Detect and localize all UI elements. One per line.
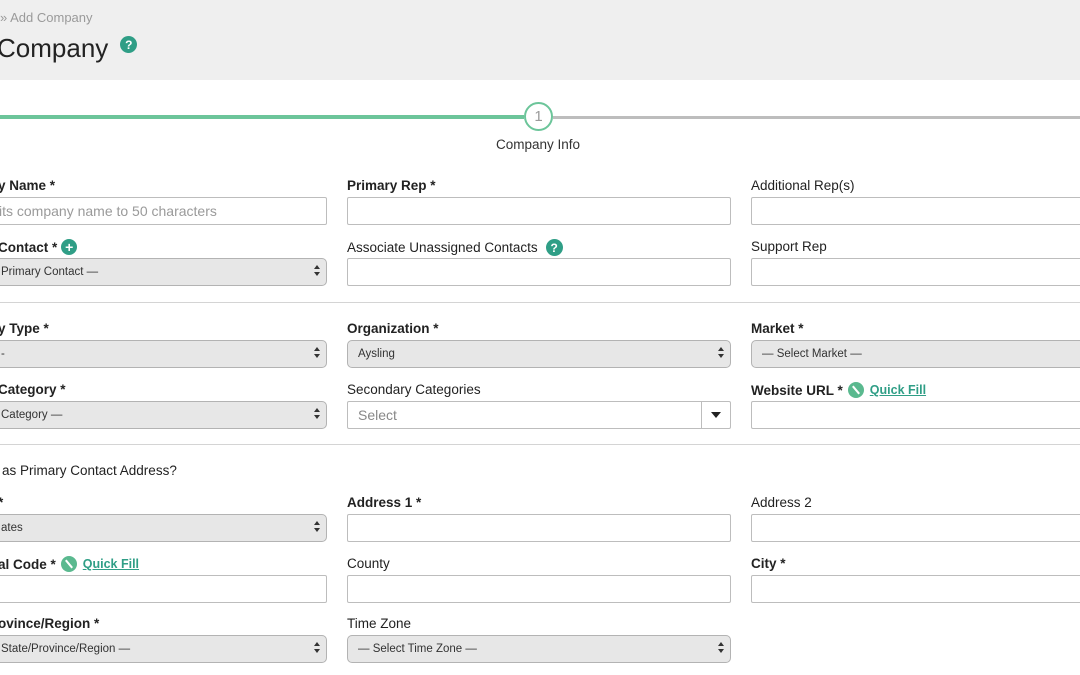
step-1-circle[interactable]: 1 [524, 102, 553, 131]
county-input[interactable] [347, 575, 731, 603]
chevron-updown-icon [314, 265, 322, 279]
same-address-question[interactable]: as Primary Contact Address? [2, 463, 177, 478]
stepper-remaining-line [553, 116, 1080, 119]
address2-input[interactable] [751, 514, 1080, 542]
breadcrumb[interactable]: » Add Company [0, 10, 93, 25]
chevron-updown-icon [314, 408, 322, 422]
category-label: Category * [0, 382, 66, 397]
time-zone-select[interactable]: — Select Time Zone — [347, 635, 731, 663]
chevron-updown-icon [314, 347, 322, 361]
city-input[interactable] [751, 575, 1080, 603]
primary-contact-label: Contact * + [0, 239, 78, 255]
market-select[interactable]: — Select Market — [751, 340, 1080, 368]
category-selected: Category — [1, 409, 63, 421]
company-name-label: y Name * [0, 178, 56, 193]
category-select[interactable]: Category — [0, 401, 327, 429]
magic-wand-icon [847, 382, 864, 398]
website-url-label: Website URL * Quick Fill [751, 382, 926, 398]
help-icon[interactable]: ? [120, 36, 138, 53]
address2-label: Address 2 [751, 495, 812, 510]
secondary-categories-placeholder: Select [358, 407, 397, 423]
company-type-label: y Type * [0, 321, 49, 336]
add-contact-plus-icon[interactable]: + [61, 239, 78, 255]
primary-rep-input[interactable] [347, 197, 731, 225]
postal-code-input[interactable] [0, 575, 327, 603]
market-selected: — Select Market — [762, 348, 862, 360]
market-label: Market * [751, 321, 804, 336]
county-label: County [347, 556, 390, 571]
primary-contact-label-text: Contact * [0, 239, 58, 255]
organization-selected: Aysling [358, 348, 395, 360]
city-label: City * [751, 556, 786, 571]
help-icon[interactable]: ? [545, 239, 563, 256]
time-zone-selected: — Select Time Zone — [358, 643, 477, 655]
state-select[interactable]: State/Province/Region — [0, 635, 327, 663]
address1-input[interactable] [347, 514, 731, 542]
associate-contacts-label-text: Associate Unassigned Contacts [347, 240, 538, 255]
support-rep-label: Support Rep [751, 239, 827, 254]
time-zone-label: Time Zone [347, 616, 412, 631]
secondary-categories-label: Secondary Categories [347, 382, 481, 397]
website-quick-fill-link[interactable]: Quick Fill [870, 383, 926, 397]
address1-label: Address 1 * [347, 495, 422, 510]
organization-label: Organization * [347, 321, 439, 336]
progress-stepper: 1 Company Info [0, 100, 1080, 160]
postal-quick-fill-link[interactable]: Quick Fill [83, 557, 139, 571]
company-type-selected: - [1, 348, 5, 360]
chevron-updown-icon [718, 642, 726, 656]
support-rep-input[interactable] [751, 258, 1080, 286]
chevron-updown-icon [314, 521, 322, 535]
primary-rep-label: Primary Rep * [347, 178, 436, 193]
section-divider [0, 444, 1080, 445]
primary-contact-selected: Primary Contact — [1, 266, 99, 278]
page-header: » Add Company Company ? [0, 0, 1080, 80]
page-title: Company ? [0, 33, 138, 64]
state-selected: State/Province/Region — [1, 643, 131, 655]
company-type-select[interactable]: - [0, 340, 327, 368]
company-name-input[interactable]: its company name to 50 characters [0, 197, 327, 225]
associate-contacts-input[interactable] [347, 258, 731, 286]
postal-code-label: al Code * Quick Fill [0, 556, 139, 572]
page-title-text: Company [0, 33, 109, 63]
organization-select[interactable]: Aysling [347, 340, 731, 368]
secondary-categories-select[interactable]: Select [347, 401, 731, 429]
primary-contact-select[interactable]: Primary Contact — [0, 258, 327, 286]
step-1-label: Company Info [495, 137, 581, 152]
chevron-updown-icon [314, 642, 322, 656]
magic-wand-icon [60, 556, 77, 572]
associate-contacts-label: Associate Unassigned Contacts ? [347, 239, 563, 256]
chevron-updown-icon [718, 347, 726, 361]
country-select[interactable]: ates [0, 514, 327, 542]
stepper-progress-line [0, 115, 524, 119]
country-label: * [0, 495, 3, 510]
website-url-label-text: Website URL * [751, 382, 843, 398]
additional-reps-label: Additional Rep(s) [751, 178, 855, 193]
postal-code-label-text: al Code * [0, 556, 56, 572]
country-selected: ates [1, 522, 23, 534]
state-label: ovince/Region * [0, 616, 100, 631]
section-divider [0, 302, 1080, 303]
caret-down-icon[interactable] [701, 402, 730, 428]
additional-reps-input[interactable] [751, 197, 1080, 225]
website-url-input[interactable] [751, 401, 1080, 429]
